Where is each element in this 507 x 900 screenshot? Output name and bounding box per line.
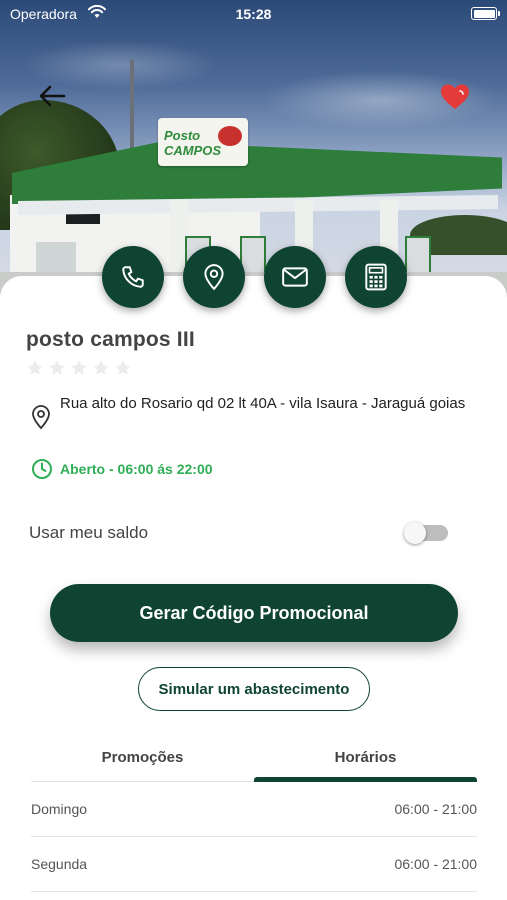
battery-icon: [471, 7, 500, 20]
mail-icon: [282, 267, 308, 287]
clock-time: 15:28: [235, 6, 272, 22]
map-pin-icon: [204, 264, 224, 291]
calculator-icon: [365, 263, 387, 291]
use-balance-toggle[interactable]: [404, 522, 448, 544]
tab-promocoes[interactable]: Promoções: [31, 740, 254, 782]
location-button[interactable]: [183, 246, 245, 308]
station-name: posto campos III: [26, 328, 195, 351]
star-icon: [93, 360, 109, 375]
star-icon: [115, 360, 131, 375]
rating-stars: [26, 359, 132, 377]
simulate-refuel-button[interactable]: Simular um abastecimento: [138, 667, 370, 711]
star-icon: [49, 360, 65, 375]
tab-horarios[interactable]: Horários: [254, 740, 477, 782]
use-balance-label: Usar meu saldo: [29, 523, 149, 542]
clock-icon: [32, 459, 52, 479]
station-photo: Posto CAMPOS: [0, 0, 507, 300]
star-icon: [27, 360, 43, 375]
schedule-hours: 06:00 - 21:00: [394, 856, 477, 872]
back-arrow-icon[interactable]: [38, 84, 66, 108]
address-pin-icon: [32, 405, 50, 430]
open-hours-status: Aberto - 06:00 ás 22:00: [60, 461, 213, 477]
schedule-row: Domingo 06:00 - 21:00: [31, 782, 477, 837]
schedule-day: Domingo: [31, 801, 88, 817]
favorite-heart-icon[interactable]: [440, 83, 470, 111]
station-sign: Posto CAMPOS: [158, 118, 248, 166]
info-tabs: Promoções Horários: [31, 740, 477, 782]
star-icon: [71, 360, 87, 375]
phone-icon: [122, 266, 144, 288]
schedule-row: Segunda 06:00 - 21:00: [31, 837, 477, 892]
address-text: Rua alto do Rosario qd 02 lt 40A - vila …: [60, 395, 466, 412]
calculator-button[interactable]: [345, 246, 407, 308]
schedule-hours: 06:00 - 21:00: [394, 801, 477, 817]
generate-promo-code-button[interactable]: Gerar Código Promocional: [50, 584, 458, 642]
schedule-day: Segunda: [31, 856, 88, 872]
email-button[interactable]: [264, 246, 326, 308]
call-button[interactable]: [102, 246, 164, 308]
status-bar: Operadora 15:28: [0, 0, 507, 28]
